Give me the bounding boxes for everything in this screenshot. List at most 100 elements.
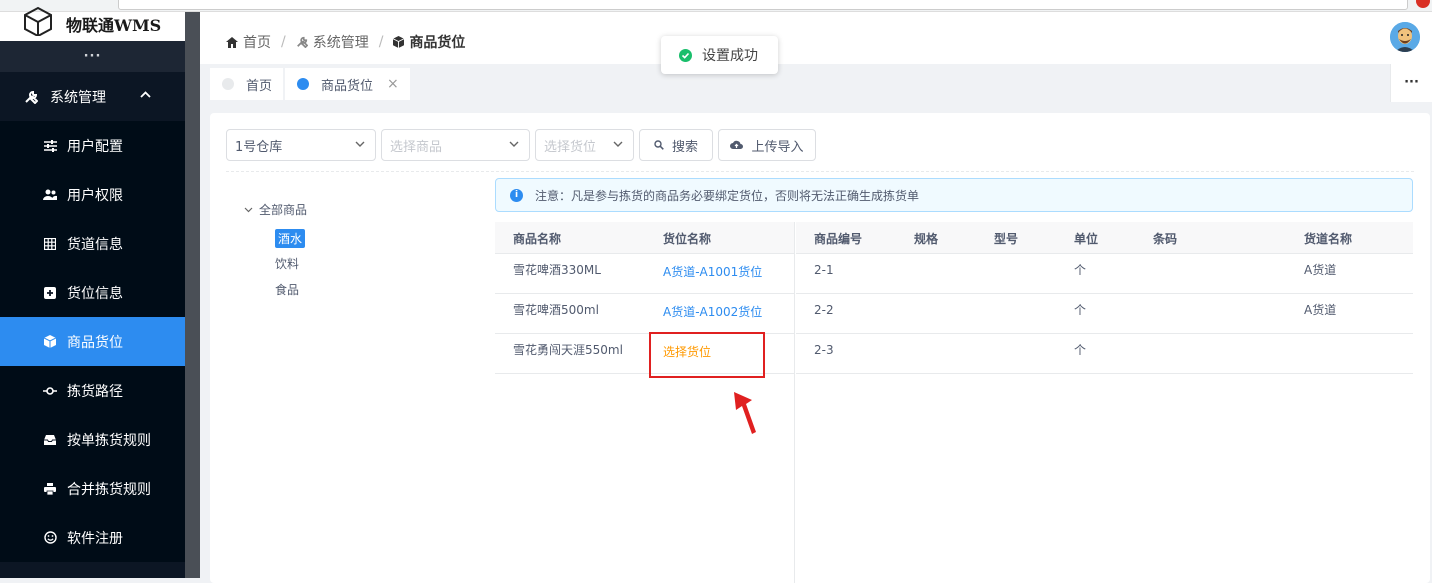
sidebar-item-label: 按单拣货规则: [67, 432, 151, 449]
home-icon: [226, 36, 238, 48]
tree-root[interactable]: 全部商品: [244, 201, 307, 218]
category-tree: 全部商品 酒水 饮料 食品: [244, 201, 307, 297]
chevron-down-icon: [509, 141, 519, 147]
upload-label: 上传导入: [751, 139, 804, 155]
tree-node-food[interactable]: 食品: [275, 281, 299, 298]
sidebar: 物联通WMS ··· 系统管理 用户配置 用户权限 货道信息 货位信息 商品货位…: [0, 6, 185, 578]
chevron-down-icon: [355, 141, 365, 147]
tree-node-drinks-alcohol[interactable]: 酒水: [275, 229, 306, 248]
unit-cell: 个: [1074, 263, 1087, 277]
aisle-name-cell: A货道: [1304, 303, 1337, 317]
breadcrumb-section[interactable]: 系统管理: [313, 32, 369, 52]
route-icon: [43, 384, 57, 398]
sidebar-item-label: 货道信息: [67, 236, 123, 253]
browser-bar: [0, 0, 1432, 12]
success-toast: 设置成功: [661, 36, 778, 74]
annotation-arrow-icon: [734, 392, 756, 434]
upload-import-button[interactable]: 上传导入: [718, 129, 816, 161]
column-header-model[interactable]: 型号: [994, 222, 1018, 254]
sidebar-item-label: 合并拣货规则: [67, 481, 151, 498]
sidebar-item-product-location[interactable]: 商品货位: [0, 317, 185, 366]
unit-cell: 个: [1074, 343, 1087, 357]
product-name-cell: 雪花勇闯天涯550ml: [513, 343, 623, 357]
logo: 物联通WMS: [0, 6, 185, 41]
close-icon[interactable]: ×: [387, 76, 399, 92]
info-notice: i 注意：凡是参与拣货的商品务必要绑定货位，否则将无法正确生成拣货单: [495, 178, 1413, 212]
search-label: 搜索: [671, 139, 698, 155]
smile-icon: [43, 531, 57, 545]
product-placeholder: 选择商品: [390, 139, 443, 155]
browser-extension-icon[interactable]: [1416, 0, 1430, 8]
sidebar-item-merge-pick-rule[interactable]: 合并拣货规则: [0, 464, 185, 513]
column-header-barcode[interactable]: 条码: [1153, 222, 1177, 254]
tree-node-beverages[interactable]: 饮料: [275, 255, 299, 272]
chevron-up-icon: [140, 91, 151, 98]
printer-icon: [43, 482, 57, 496]
tab-status-dot: [222, 78, 234, 90]
menu-group-label: 系统管理: [50, 89, 106, 106]
warehouse-select[interactable]: 1号仓库: [226, 129, 376, 161]
sidebar-item-label: 用户配置: [67, 138, 123, 155]
product-detail-table: 商品编号 规格 型号 单位 条码 货道名称 2-1 个 A货道 2-2 个 A货…: [796, 222, 1413, 583]
sidebar-item-user-permission[interactable]: 用户权限: [0, 170, 185, 219]
sidebar-item-order-pick-rule[interactable]: 按单拣货规则: [0, 415, 185, 464]
search-button[interactable]: 搜索: [639, 129, 713, 161]
table-row[interactable]: 2-3 个: [796, 334, 1413, 374]
sidebar-item-label: 商品货位: [67, 334, 123, 351]
table-row[interactable]: 2-2 个 A货道: [796, 294, 1413, 334]
sidebar-item-software-register[interactable]: 软件注册: [0, 513, 185, 562]
sidebar-item-aisle-info[interactable]: 货道信息: [0, 219, 185, 268]
location-link[interactable]: A货道-A1002货位: [663, 292, 762, 331]
tab-label: 商品货位: [321, 78, 374, 94]
tab-product-location[interactable]: 商品货位 ×: [285, 68, 410, 100]
tree-root-label: 全部商品: [259, 203, 308, 217]
column-header-spec[interactable]: 规格: [914, 222, 938, 254]
tab-home[interactable]: 首页: [210, 68, 283, 100]
location-select[interactable]: 选择货位: [535, 129, 634, 161]
sidebar-item-location-info[interactable]: 货位信息: [0, 268, 185, 317]
breadcrumb-home[interactable]: 首页: [243, 32, 271, 52]
cloud-upload-icon: [730, 140, 744, 150]
sidebar-item-pick-route[interactable]: 拣货路径: [0, 366, 185, 415]
sidebar-item-label: 软件注册: [67, 530, 123, 547]
tab-label: 首页: [246, 78, 273, 94]
info-icon: i: [510, 188, 523, 202]
sidebar-item-user-config[interactable]: 用户配置: [0, 121, 185, 170]
notice-text: 注意：凡是参与拣货的商品务必要绑定货位，否则将无法正确生成拣货单: [535, 188, 920, 203]
column-header-location-name[interactable]: 货位名称: [663, 222, 711, 254]
cube-icon: [43, 335, 57, 349]
sidebar-item-label: 用户权限: [67, 187, 123, 204]
address-bar[interactable]: [118, 0, 1408, 10]
inbox-icon: [43, 433, 57, 447]
table-row[interactable]: 雪花啤酒330ML A货道-A1001货位: [495, 254, 794, 294]
tools-icon: [24, 89, 40, 105]
table-row[interactable]: 2-1 个 A货道: [796, 254, 1413, 294]
sliders-icon: [43, 139, 57, 153]
tab-status-dot: [297, 78, 309, 90]
plus-box-icon: [43, 286, 57, 300]
search-icon: [654, 140, 664, 150]
sidebar-scrollbar[interactable]: [185, 12, 200, 578]
filter-bar: 1号仓库 选择商品 选择货位 搜索 上传导入: [226, 129, 816, 161]
location-link[interactable]: A货道-A1001货位: [663, 252, 762, 291]
divider: [226, 171, 1414, 172]
tab-bar: 首页 商品货位 × ···: [200, 64, 1432, 102]
cube-logo-icon: [24, 6, 52, 36]
user-avatar[interactable]: [1390, 22, 1420, 52]
menu-group-system[interactable]: 系统管理: [0, 72, 185, 121]
sidebar-item-label: 拣货路径: [67, 383, 123, 400]
breadcrumb-separator: /: [281, 34, 286, 50]
chevron-down-icon[interactable]: [244, 207, 253, 213]
main-panel: 1号仓库 选择商品 选择货位 搜索 上传导入 全部商品 酒水 饮料 食品 i 注…: [210, 113, 1430, 583]
tab-more-button[interactable]: ···: [1390, 64, 1432, 102]
users-icon: [43, 188, 57, 202]
product-select[interactable]: 选择商品: [381, 129, 530, 161]
table-row[interactable]: 雪花啤酒500ml A货道-A1002货位: [495, 294, 794, 334]
header: 首页 / 系统管理 / 商品货位: [200, 12, 1432, 64]
product-code-cell: 2-1: [814, 262, 834, 277]
collapse-more-button[interactable]: ···: [0, 41, 185, 72]
product-code-cell: 2-2: [814, 302, 834, 317]
breadcrumb-separator: /: [378, 34, 384, 50]
annotation-highlight-box: [649, 332, 765, 378]
aisle-name-cell: A货道: [1304, 263, 1337, 277]
